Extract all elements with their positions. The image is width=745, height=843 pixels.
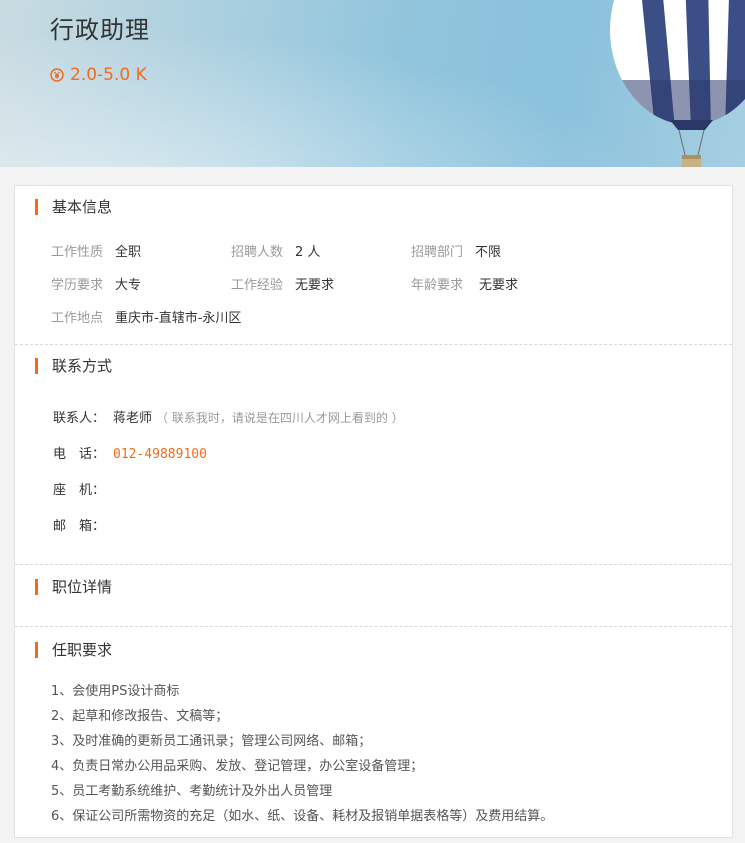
info-value: 2 人 bbox=[295, 245, 321, 260]
contact-person-label: 联系人： bbox=[53, 411, 106, 426]
contact-landline-row: 座 机： bbox=[53, 479, 113, 498]
info-value: 重庆市-直辖市-永川区 bbox=[115, 311, 242, 326]
info-label: 学历要求 bbox=[51, 278, 104, 293]
section-title-detail: 职位详情 bbox=[35, 579, 112, 595]
contact-person-row: 联系人： 蒋老师（ 联系我时，请说是在四川人才网上看到的 ） bbox=[53, 407, 404, 426]
section-title-basic: 基本信息 bbox=[35, 199, 112, 215]
info-label: 工作地点 bbox=[51, 311, 104, 326]
info-label: 年龄要求 bbox=[411, 278, 464, 293]
requirement-item: 5、员工考勤系统维护、考勤统计及外出人员管理 bbox=[51, 784, 333, 799]
phone-label: 电 话： bbox=[53, 447, 106, 462]
section-title-contact: 联系方式 bbox=[35, 358, 112, 374]
salary: 2.0-5.0 K bbox=[50, 65, 147, 85]
requirements-list: 1、会使用PS设计商标 2、起草和修改报告、文稿等； 3、及时准确的更新员工通讯… bbox=[51, 679, 553, 829]
hot-air-balloon-icon bbox=[610, 0, 745, 167]
info-headcount: 招聘人数 2 人 bbox=[231, 241, 320, 260]
basic-info-section: 基本信息 工作性质 全职 招聘人数 2 人 招聘部门 不限 学历要求 大专 工作… bbox=[15, 186, 732, 345]
info-education: 学历要求 大专 bbox=[51, 274, 141, 293]
info-value: 全职 bbox=[115, 245, 142, 260]
contact-person-name: 蒋老师 bbox=[113, 411, 153, 426]
requirement-item: 6、保证公司所需物资的充足（如水、纸、设备、耗材及报销单据表格等）及费用结算。 bbox=[51, 809, 554, 824]
info-label: 工作经验 bbox=[231, 278, 284, 293]
info-location: 工作地点 重庆市-直辖市-永川区 bbox=[51, 307, 241, 326]
info-label: 招聘部门 bbox=[411, 245, 464, 260]
info-label: 招聘人数 bbox=[231, 245, 284, 260]
landline-label: 座 机： bbox=[53, 483, 106, 498]
contact-email-row: 邮 箱： bbox=[53, 515, 113, 534]
salary-value: 2.0-5.0 K bbox=[70, 65, 147, 85]
requirement-item: 1、会使用PS设计商标 bbox=[51, 684, 180, 699]
info-value: 无要求 bbox=[479, 278, 519, 293]
requirement-item: 2、起草和修改报告、文稿等； bbox=[51, 709, 229, 724]
phone-number[interactable]: 012-49889100 bbox=[113, 447, 207, 462]
info-value: 不限 bbox=[475, 245, 502, 260]
email-label: 邮 箱： bbox=[53, 519, 106, 534]
requirement-item: 3、及时准确的更新员工通讯录；管理公司网络、邮箱； bbox=[51, 734, 372, 749]
section-title-requirements: 任职要求 bbox=[35, 642, 112, 658]
contact-section: 联系方式 联系人： 蒋老师（ 联系我时，请说是在四川人才网上看到的 ） 电 话： 0… bbox=[15, 345, 732, 565]
job-title: 行政助理 bbox=[50, 16, 150, 44]
requirements-section: 任职要求 1、会使用PS设计商标 2、起草和修改报告、文稿等； 3、及时准确的更… bbox=[15, 627, 732, 837]
job-header-banner: 行政助理 2.0-5.0 K bbox=[0, 0, 745, 167]
contact-note: （ 联系我时，请说是在四川人才网上看到的 ） bbox=[156, 411, 404, 425]
contact-phone-row: 电 话： 012-49889100 bbox=[53, 443, 207, 462]
info-value: 大专 bbox=[115, 278, 142, 293]
yen-coin-icon bbox=[50, 68, 64, 82]
info-label: 工作性质 bbox=[51, 245, 104, 260]
requirement-item: 4、负责日常办公用品采购、发放、登记管理，办公室设备管理； bbox=[51, 759, 424, 774]
job-info-card: 基本信息 工作性质 全职 招聘人数 2 人 招聘部门 不限 学历要求 大专 工作… bbox=[14, 185, 733, 838]
info-age: 年龄要求 无要求 bbox=[411, 274, 518, 293]
info-experience: 工作经验 无要求 bbox=[231, 274, 334, 293]
info-value: 无要求 bbox=[295, 278, 335, 293]
info-job-type: 工作性质 全职 bbox=[51, 241, 141, 260]
job-detail-section: 职位详情 bbox=[15, 565, 732, 627]
info-department: 招聘部门 不限 bbox=[411, 241, 501, 260]
